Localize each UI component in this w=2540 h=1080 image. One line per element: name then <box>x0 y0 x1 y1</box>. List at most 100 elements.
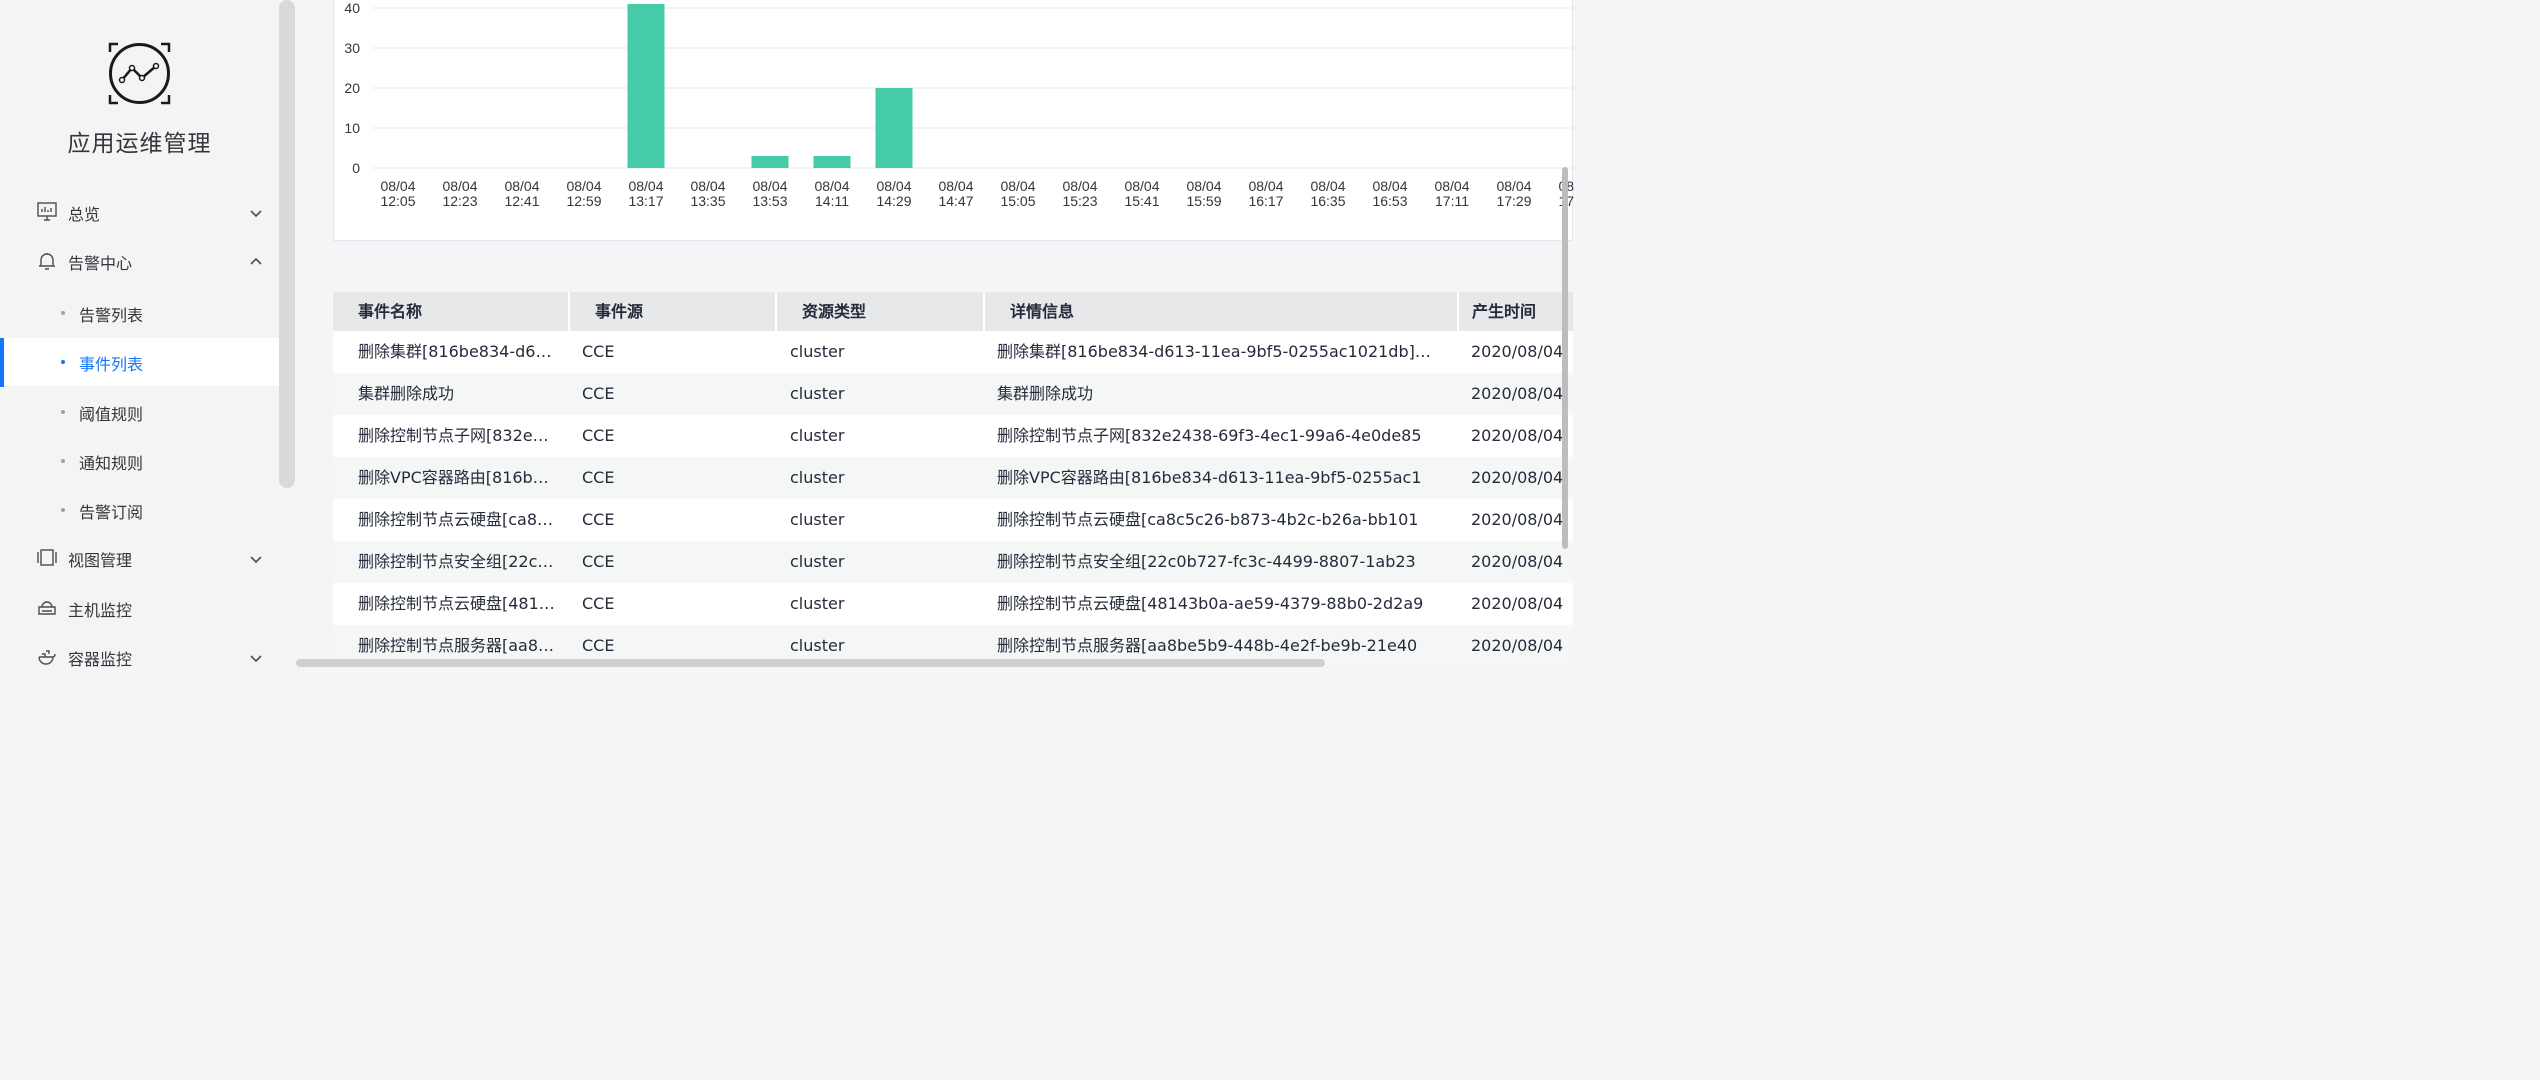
bullet-icon <box>61 508 65 512</box>
column-header-details[interactable]: 详情信息 <box>985 292 1459 331</box>
table-row[interactable]: 删除控制节点安全组[22c0b727-fc3c-4499-8807-1ab23 C… <box>333 541 1573 583</box>
x-tick-label-date: 08/04 <box>876 178 911 194</box>
nav-item-host-monitoring[interactable]: 主机监控 <box>0 585 279 633</box>
y-tick-label: 40 <box>344 0 360 16</box>
table-cell: 2020/08/04 <box>1471 594 1564 613</box>
table-cell: cluster <box>790 384 845 403</box>
table-cell: cluster <box>790 426 845 445</box>
nav-item-view-management[interactable]: 视图管理 <box>0 535 279 583</box>
column-header-event-name[interactable]: 事件名称 <box>333 292 570 331</box>
sidebar-item-threshold-rules[interactable]: 阈值规则 <box>0 388 279 436</box>
table-cell: 删除控制节点安全组[22c0b727-fc3c-4499-8807-1ab23 <box>997 552 1416 571</box>
x-tick-label-date: 08/04 <box>1434 178 1469 194</box>
table-row[interactable]: 集群删除成功 CCE cluster 集群删除成功 2020/08/04 <box>333 373 1573 415</box>
table-cell: 删除控制节点子网[832e2438-69f3-4ec1-99a6-4e0de85 <box>358 426 558 445</box>
table-cell: cluster <box>790 468 845 487</box>
nav-item-label: 容器监控 <box>68 650 133 667</box>
horizontal-scrollbar[interactable] <box>296 659 1325 667</box>
table-row[interactable]: 删除控制节点子网[832e2438-69f3-4ec1-99a6-4e0de85… <box>333 415 1573 457</box>
x-tick-label-date: 08/04 <box>752 178 787 194</box>
nav-item-container-monitoring[interactable]: 容器监控 <box>0 634 279 667</box>
nav-item-label: 主机监控 <box>68 601 133 620</box>
x-tick-label-time: 14:11 <box>815 193 849 209</box>
nav-item-label: 告警中心 <box>68 254 133 273</box>
x-tick-label-time: 14:47 <box>938 193 973 209</box>
bullet-icon <box>61 410 65 414</box>
x-tick-label-time: 13:17 <box>628 193 663 209</box>
table-cell: 2020/08/04 <box>1471 426 1564 445</box>
x-tick-label-date: 08/04 <box>1372 178 1407 194</box>
x-tick-label-date: 08/04 <box>1186 178 1221 194</box>
chart-bar <box>875 88 913 168</box>
table-cell: cluster <box>790 342 845 361</box>
x-tick-label-time: 15:59 <box>1186 193 1221 209</box>
app-title: 应用运维管理 <box>67 131 212 157</box>
bell-icon <box>39 253 55 270</box>
sidebar-item-alarm-subscription[interactable]: 告警订阅 <box>0 486 279 534</box>
table-row[interactable]: 删除控制节点云硬盘[48143b0a-ae59-4379-88b0-2d2a9 C… <box>333 583 1573 625</box>
x-tick-label-time: 15:05 <box>1000 193 1035 209</box>
sidebar-scrollbar[interactable] <box>279 0 295 488</box>
y-tick-label: 30 <box>344 40 360 56</box>
sidebar-item-label: 告警订阅 <box>79 503 144 522</box>
table-row[interactable]: 删除控制节点云硬盘[ca8c5c26-b873-4b2c-b26a-bb101 C… <box>333 499 1573 541</box>
table-header: 事件名称 事件源 资源类型 详情信息 产生时间 <box>333 292 1573 331</box>
x-tick-label-time: 16:35 <box>1310 193 1345 209</box>
table-cell: CCE <box>582 510 615 529</box>
table-cell: CCE <box>582 594 615 613</box>
sidebar-item-label: 告警列表 <box>79 306 144 325</box>
nav-item-alarm-center[interactable]: 告警中心 <box>0 238 279 286</box>
sidebar-item-event-list[interactable]: 事件列表 <box>0 338 279 387</box>
table-cell: 2020/08/04 <box>1471 468 1564 487</box>
x-tick-label-time: 17:29 <box>1496 193 1531 209</box>
x-tick-label-time: 12:41 <box>504 193 539 209</box>
x-tick-label-time: 15:23 <box>1062 193 1097 209</box>
table-cell: CCE <box>582 342 615 361</box>
x-tick-label-time: 13:53 <box>752 193 787 209</box>
x-tick-label-time: 12:05 <box>380 193 415 209</box>
chevron-up-icon <box>250 257 262 265</box>
table-row[interactable]: 删除集群[816be834-d613-11ea-9bf5-0255ac1021d… <box>333 331 1573 373</box>
x-tick-label-time: 13:35 <box>690 193 725 209</box>
table-cell: 删除控制节点安全组[22c0b727-fc3c-4499-8807-1ab23 <box>358 552 558 571</box>
table-row[interactable]: 删除VPC容器路由[816be834-d613-11ea-9bf5-0255ac… <box>333 457 1573 499</box>
sidebar-item-alarm-list[interactable]: 告警列表 <box>0 289 279 337</box>
table-cell: cluster <box>790 594 845 613</box>
column-header-event-source[interactable]: 事件源 <box>570 292 777 331</box>
table-cell: 删除控制节点云硬盘[48143b0a-ae59-4379-88b0-2d2a9 <box>358 594 558 613</box>
table-cell: cluster <box>790 510 845 529</box>
host-icon <box>38 601 56 615</box>
sidebar-item-notification-rules[interactable]: 通知规则 <box>0 437 279 485</box>
y-tick-label: 10 <box>344 120 360 136</box>
x-tick-label-date: 08/04 <box>1124 178 1159 194</box>
nav-item-overview[interactable]: 总览 <box>0 189 279 237</box>
table-cell: 2020/08/04 <box>1471 342 1564 361</box>
x-tick-label-date: 08/04 <box>938 178 973 194</box>
table-cell: 2020/08/04 <box>1471 510 1564 529</box>
active-indicator <box>0 338 4 387</box>
table-cell: CCE <box>582 426 615 445</box>
x-tick-label-time: 12:59 <box>566 193 601 209</box>
x-tick-label-date: 08/04 <box>504 178 539 194</box>
nav-item-label: 视图管理 <box>68 551 133 570</box>
column-header-resource-type[interactable]: 资源类型 <box>777 292 985 331</box>
x-tick-label-time: 12:23 <box>442 193 477 209</box>
x-tick-label-date: 08/04 <box>1062 178 1097 194</box>
x-tick-label-time: 16:53 <box>1372 193 1407 209</box>
table-cell: cluster <box>790 552 845 571</box>
event-chart-card: 0 10 20 30 40 08/04 12:05 08/04 12:23 08/04 12:41 0… <box>333 0 1574 241</box>
table-cell: 集群删除成功 <box>358 384 455 403</box>
x-tick-label-date: 08/04 <box>690 178 725 194</box>
table-cell: 2020/08/04 <box>1471 636 1564 655</box>
table-cell: 删除控制节点云硬盘[48143b0a-ae59-4379-88b0-2d2a9 <box>997 594 1424 613</box>
event-bar-chart: 01020304008/0412:0508/0412:2308/0412:410… <box>344 0 1574 209</box>
vertical-scrollbar[interactable] <box>1562 167 1568 549</box>
chevron-down-icon <box>250 655 262 663</box>
main-content: 0 10 20 30 40 08/04 12:05 08/04 12:23 08/04 12:41 0… <box>296 0 1574 667</box>
x-tick-label-date: 08/04 <box>380 178 415 194</box>
sidebar-item-label: 通知规则 <box>79 454 144 473</box>
bullet-icon <box>61 360 65 364</box>
table-cell: 删除VPC容器路由[816be834-d613-11ea-9bf5-0255ac… <box>358 468 558 487</box>
chevron-down-icon <box>250 210 262 218</box>
column-header-created-time[interactable]: 产生时间 <box>1459 292 1573 331</box>
